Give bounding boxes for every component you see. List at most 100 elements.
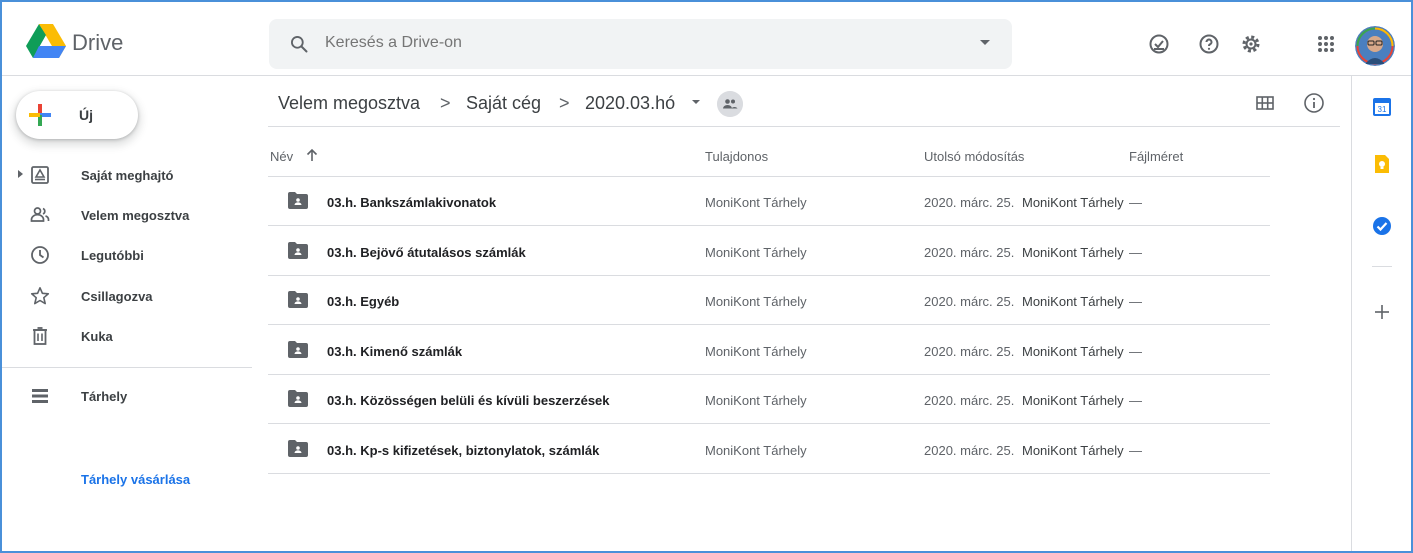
table-row[interactable]: 03.h. Közösségen belüli és kívüli beszer…	[268, 375, 1270, 424]
sort-ascending-icon[interactable]	[306, 148, 318, 162]
sidebar-item-label: Kuka	[81, 329, 113, 344]
file-size: —	[1129, 195, 1142, 210]
calendar-icon[interactable]: 31	[1372, 97, 1392, 117]
modified-date: 2020. márc. 25.	[924, 393, 1015, 408]
offline-check-icon[interactable]	[1147, 32, 1171, 56]
search-input[interactable]	[325, 34, 925, 52]
modified-by: MoniKont Tárhely	[1022, 195, 1124, 210]
folder-menu-dropdown-icon[interactable]	[692, 100, 700, 104]
shared-folder-icon[interactable]	[717, 91, 743, 117]
modified-date: 2020. márc. 25.	[924, 195, 1015, 210]
search-options-dropdown-icon[interactable]	[980, 40, 990, 45]
recent-icon	[31, 246, 49, 264]
file-owner: MoniKont Tárhely	[705, 245, 807, 260]
file-name: 03.h. Egyéb	[327, 294, 400, 309]
breadcrumb-separator: >	[559, 93, 570, 113]
breadcrumb-current-folder[interactable]: 2020.03.hó	[585, 93, 675, 114]
file-owner: MoniKont Tárhely	[705, 344, 807, 359]
file-owner: MoniKont Tárhely	[705, 195, 807, 210]
shared-folder-icon	[288, 192, 308, 209]
sidebar-item-label: Csillagozva	[81, 289, 153, 304]
new-button-label: Új	[79, 107, 93, 123]
table-row[interactable]: 03.h. Kp-s kifizetések, biztonylatok, sz…	[268, 425, 1270, 474]
file-name: 03.h. Közösségen belüli és kívüli beszer…	[327, 393, 610, 408]
shared-with-me-icon	[30, 207, 50, 222]
modified-by: MoniKont Tárhely	[1022, 294, 1124, 309]
breadcrumb-item[interactable]: Saját cég	[466, 93, 541, 114]
file-name: 03.h. Kimenő számlák	[327, 344, 463, 359]
side-panel-divider	[1372, 266, 1392, 267]
sidebar-item-trash[interactable]: Kuka	[2, 317, 252, 357]
modified-date: 2020. márc. 25.	[924, 443, 1015, 458]
search-icon[interactable]	[289, 34, 309, 54]
file-owner: MoniKont Tárhely	[705, 443, 807, 458]
my-drive-icon	[31, 166, 49, 184]
table-row[interactable]: 03.h. Bankszámlakivonatok MoniKont Tárhe…	[268, 177, 1270, 226]
expand-arrow-icon[interactable]	[18, 170, 23, 178]
add-addon-icon[interactable]	[1372, 302, 1392, 322]
sidebar-item-storage[interactable]: Tárhely	[2, 377, 252, 417]
info-icon[interactable]	[1303, 92, 1325, 114]
column-header-owner[interactable]: Tulajdonos	[705, 149, 768, 164]
apps-icon[interactable]	[1314, 32, 1338, 56]
table-row[interactable]: 03.h. Kimenő számlák MoniKont Tárhely 20…	[268, 326, 1270, 375]
file-owner: MoniKont Tárhely	[705, 294, 807, 309]
search-bar[interactable]	[269, 19, 1012, 69]
plus-icon	[29, 104, 51, 126]
file-size: —	[1129, 294, 1142, 309]
modified-date: 2020. márc. 25.	[924, 245, 1015, 260]
file-size: —	[1129, 245, 1142, 260]
file-size: —	[1129, 443, 1142, 458]
star-icon	[30, 286, 50, 305]
table-row[interactable]: 03.h. Bejövő átutalásos számlák MoniKont…	[268, 227, 1270, 276]
calendar-date: 31	[1378, 105, 1387, 114]
file-name: 03.h. Bejövő átutalásos számlák	[327, 245, 526, 260]
drive-logo-icon[interactable]	[26, 24, 66, 58]
sidebar-item-label: Legutóbbi	[81, 248, 144, 263]
file-list-header: Név Tulajdonos Utolsó módosítás Fájlmére…	[268, 127, 1270, 177]
settings-icon[interactable]	[1239, 32, 1263, 56]
tasks-icon[interactable]	[1372, 216, 1392, 236]
sidebar-item-starred[interactable]: Csillagozva	[2, 277, 252, 317]
file-size: —	[1129, 344, 1142, 359]
sidebar-item-recent[interactable]: Legutóbbi	[2, 236, 252, 276]
shared-folder-icon	[288, 242, 308, 259]
modified-by: MoniKont Tárhely	[1022, 344, 1124, 359]
modified-by: MoniKont Tárhely	[1022, 245, 1124, 260]
file-owner: MoniKont Tárhely	[705, 393, 807, 408]
app-name[interactable]: Drive	[72, 30, 123, 56]
sidebar-item-label: Saját meghajtó	[81, 168, 174, 183]
buy-storage-link[interactable]: Tárhely vásárlása	[81, 472, 190, 487]
column-header-name[interactable]: Név	[270, 149, 293, 164]
file-size: —	[1129, 393, 1142, 408]
modified-date: 2020. márc. 25.	[924, 344, 1015, 359]
table-row[interactable]: 03.h. Egyéb MoniKont Tárhely 2020. márc.…	[268, 276, 1270, 325]
grid-view-icon[interactable]	[1254, 92, 1276, 114]
breadcrumb-separator: >	[440, 93, 451, 113]
top-bar: Drive	[2, 2, 1411, 76]
breadcrumb-item[interactable]: Velem megosztva	[278, 93, 420, 114]
modified-date: 2020. márc. 25.	[924, 294, 1015, 309]
shared-folder-icon	[288, 291, 308, 308]
sidebar-item-label: Velem megosztva	[81, 208, 190, 223]
column-header-size[interactable]: Fájlméret	[1129, 149, 1183, 164]
help-icon[interactable]	[1197, 32, 1221, 56]
keep-icon[interactable]	[1372, 154, 1392, 174]
shared-folder-icon	[288, 440, 308, 457]
sidebar-item-my-drive[interactable]: Saját meghajtó	[2, 156, 252, 196]
new-button[interactable]: Új	[16, 91, 138, 139]
avatar[interactable]	[1355, 26, 1395, 66]
shared-folder-icon	[288, 341, 308, 358]
side-panel: 31	[1351, 76, 1411, 551]
shared-folder-icon	[288, 390, 308, 407]
sidebar-divider	[2, 367, 252, 368]
storage-icon	[32, 389, 48, 403]
file-name: 03.h. Bankszámlakivonatok	[327, 195, 497, 210]
breadcrumb: Velem megosztva > Saját cég > 2020.03.hó	[268, 76, 1340, 127]
modified-by: MoniKont Tárhely	[1022, 443, 1124, 458]
sidebar-item-shared-with-me[interactable]: Velem megosztva	[2, 196, 252, 236]
sidebar-item-label: Tárhely	[81, 389, 128, 404]
modified-by: MoniKont Tárhely	[1022, 393, 1124, 408]
trash-icon	[33, 327, 47, 345]
column-header-modified[interactable]: Utolsó módosítás	[924, 149, 1024, 164]
